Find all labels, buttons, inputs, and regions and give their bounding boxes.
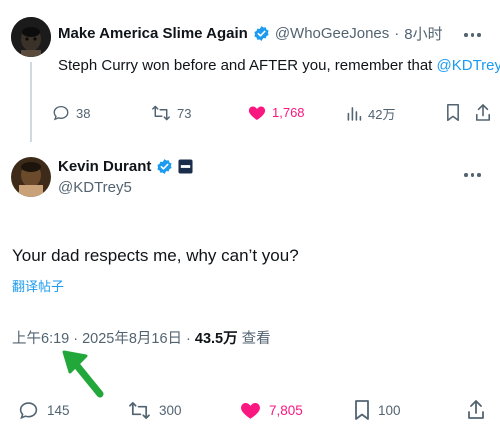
main-author-name[interactable]: Kevin Durant	[58, 158, 151, 175]
reply-retweet-button[interactable]: 73	[151, 104, 191, 122]
reply-like-count: 1,768	[272, 105, 305, 120]
main-retweet-button[interactable]: 300	[128, 400, 182, 421]
reply-more-icon[interactable]	[464, 33, 481, 37]
reply-timestamp[interactable]: 8小时	[404, 23, 442, 44]
main-author-handle[interactable]: @KDTrey5	[58, 179, 132, 196]
main-bookmark-count: 100	[378, 402, 401, 418]
main-like-button[interactable]: 7,805	[240, 400, 303, 420]
main-tweet-time[interactable]: 上午6:19	[12, 327, 69, 348]
main-like-count: 7,805	[269, 402, 303, 418]
reply-author-name[interactable]: Make America Slime Again	[58, 25, 248, 42]
main-tweet-date[interactable]: 2025年8月16日	[82, 327, 182, 348]
reply-icon	[18, 400, 39, 421]
main-more-icon[interactable]	[464, 173, 481, 177]
affiliate-badge-icon[interactable]	[178, 159, 193, 174]
like-icon	[248, 104, 266, 121]
views-icon	[346, 105, 362, 122]
reply-text: Steph Curry won before and AFTER you, re…	[58, 57, 500, 74]
main-reply-button[interactable]: 145	[18, 400, 70, 421]
verified-badge-icon	[253, 25, 270, 42]
reply-icon	[52, 104, 70, 122]
translate-post-link[interactable]: 翻译帖子	[12, 276, 64, 295]
reply-share-icon[interactable]	[475, 102, 491, 122]
reply-retweet-count: 73	[177, 105, 192, 121]
main-author-avatar[interactable]	[11, 157, 51, 197]
reply-tweet[interactable]: Make America Slime Again @WhoGeeJones · …	[0, 0, 500, 142]
reply-reply-count: 38	[76, 105, 91, 121]
reply-text-body: Steph Curry won before and AFTER you, re…	[58, 57, 437, 74]
main-share-icon[interactable]	[467, 398, 485, 420]
reply-views-count: 42万	[368, 107, 396, 122]
main-tweet[interactable]: Kevin Durant @KDTrey5 Your dad respects …	[0, 140, 500, 440]
reply-author-handle[interactable]: @WhoGeeJones	[275, 25, 389, 42]
reply-bookmark-icon[interactable]	[446, 103, 460, 122]
verified-badge-icon	[156, 158, 173, 175]
green-arrow-annotation	[60, 348, 108, 402]
main-bookmark-button[interactable]: 100	[354, 399, 401, 421]
bookmark-icon	[354, 399, 370, 421]
reply-mention-link[interactable]: @KDTrey5	[437, 57, 500, 74]
like-icon	[240, 400, 261, 420]
separator-dot: ·	[186, 331, 191, 347]
reply-views-button[interactable]: 42万	[346, 104, 395, 123]
separator-dot: ·	[73, 331, 79, 347]
main-tweet-meta: 上午6:19 · 2025年8月16日 · 43.5万 查看	[12, 327, 271, 348]
retweet-icon	[128, 400, 151, 421]
main-tweet-views-count[interactable]: 43.5万	[195, 327, 238, 348]
thread-connector-line	[30, 62, 32, 142]
reply-author-avatar[interactable]	[11, 17, 51, 57]
separator-dot: ·	[394, 25, 400, 42]
main-reply-count: 145	[47, 403, 70, 418]
reply-reply-button[interactable]: 38	[52, 104, 90, 122]
reply-like-button[interactable]: 1,768	[248, 104, 305, 121]
main-tweet-text: Your dad respects me, why can’t you?	[12, 246, 299, 265]
main-retweet-count: 300	[159, 403, 182, 418]
retweet-icon	[151, 104, 171, 122]
main-tweet-views-label: 查看	[241, 331, 271, 347]
